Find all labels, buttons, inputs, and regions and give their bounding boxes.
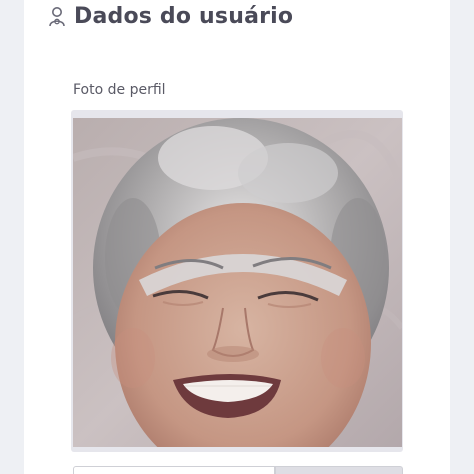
photo-file-input[interactable] — [73, 466, 275, 474]
section-header: Dados do usuário — [48, 4, 293, 29]
profile-photo-image — [73, 118, 402, 447]
photo-upload-row — [73, 466, 403, 474]
browse-button[interactable] — [275, 466, 403, 474]
page-title: Dados do usuário — [74, 4, 294, 29]
profile-photo[interactable] — [73, 118, 402, 447]
user-circle-icon — [48, 6, 66, 28]
profile-photo-label: Foto de perfil — [73, 82, 166, 98]
user-data-page: Dados do usuário Foto de perfil — [0, 0, 474, 474]
